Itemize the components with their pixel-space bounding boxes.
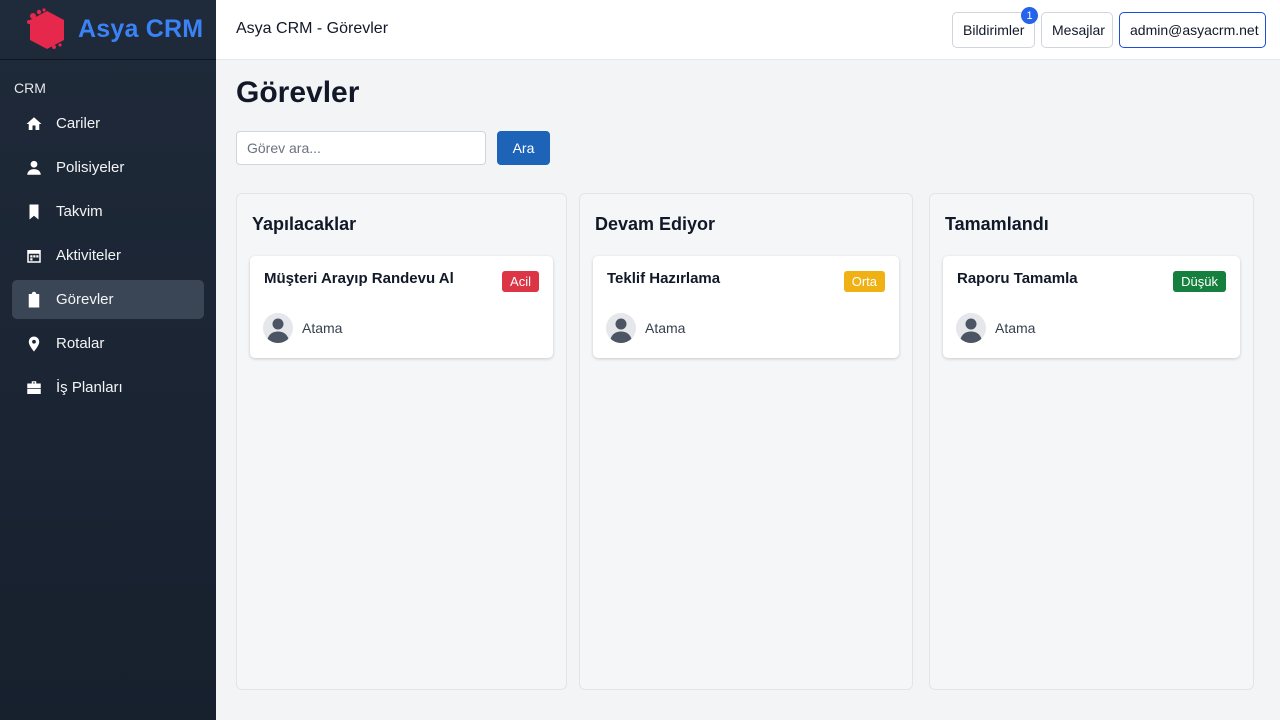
home-icon <box>24 114 44 134</box>
window-title: Asya CRM - Görevler <box>236 20 389 37</box>
priority-badge: Orta <box>843 271 885 292</box>
search-input[interactable] <box>236 131 486 165</box>
sidebar-item-label: Cariler <box>56 115 101 132</box>
sidebar: Asya CRM CRM Cariler Polisiyeler Takvim … <box>0 0 216 720</box>
page-title: Görevler <box>236 76 360 109</box>
assignee[interactable]: Atama <box>263 313 342 343</box>
task-card[interactable]: Raporu Tamamla Düşük Atama <box>943 256 1240 358</box>
sidebar-item-label: Polisiyeler <box>56 159 125 176</box>
kanban-column-done: Tamamlandı Raporu Tamamla Düşük Atama <box>929 193 1254 690</box>
search-button[interactable]: Ara <box>497 131 550 165</box>
search-bar: Ara <box>236 131 1260 165</box>
sidebar-item-label: Görevler <box>56 291 114 308</box>
calendar-icon <box>24 246 44 266</box>
clipboard-icon <box>24 290 44 310</box>
brand-logo-icon <box>27 7 64 49</box>
sidebar-item-rotalar[interactable]: Rotalar <box>12 324 204 363</box>
sidebar-section-label: CRM <box>14 80 46 96</box>
sidebar-item-label: Aktiviteler <box>56 247 122 264</box>
sidebar-item-gorevler[interactable]: Görevler <box>12 280 204 319</box>
assignee-label: Atama <box>645 320 686 336</box>
brand[interactable]: Asya CRM <box>0 0 216 60</box>
assignee-label: Atama <box>302 320 343 336</box>
kanban-column-todo: Yapılacaklar Müşteri Arayıp Randevu Al A… <box>236 193 567 690</box>
topbar: Asya CRM - Görevler Bildirimler 1 Mesajl… <box>216 0 1280 60</box>
task-title: Müşteri Arayıp Randevu Al <box>264 270 454 287</box>
kanban-column-in-progress: Devam Ediyor Teklif Hazırlama Orta Atama <box>579 193 913 690</box>
sidebar-item-label: İş Planları <box>56 379 123 396</box>
assignee[interactable]: Atama <box>956 313 1035 343</box>
sidebar-item-cariler[interactable]: Cariler <box>12 104 204 143</box>
briefcase-icon <box>24 378 44 398</box>
priority-badge: Düşük <box>1173 271 1226 292</box>
task-card[interactable]: Teklif Hazırlama Orta Atama <box>593 256 899 358</box>
column-title: Devam Ediyor <box>595 214 716 234</box>
avatar-icon <box>606 313 636 343</box>
sidebar-item-is-planlari[interactable]: İş Planları <box>12 368 204 407</box>
assignee[interactable]: Atama <box>606 313 685 343</box>
avatar-icon <box>263 313 293 343</box>
map-pin-icon <box>24 334 44 354</box>
avatar-icon <box>956 313 986 343</box>
messages-button[interactable]: Mesajlar <box>1041 12 1113 48</box>
bookmark-icon <box>24 202 44 222</box>
sidebar-item-takvim[interactable]: Takvim <box>12 192 204 231</box>
sidebar-nav: Cariler Polisiyeler Takvim Aktiviteler G… <box>0 104 216 407</box>
sidebar-item-label: Takvim <box>56 203 103 220</box>
sidebar-item-aktiviteler[interactable]: Aktiviteler <box>12 236 204 275</box>
sidebar-item-label: Rotalar <box>56 335 105 352</box>
sidebar-item-polisiyeler[interactable]: Polisiyeler <box>12 148 204 187</box>
column-title: Tamamlandı <box>945 214 1049 234</box>
main-content: Görevler Ara Yapılacaklar Müşteri Arayıp… <box>236 60 1260 690</box>
priority-badge: Acil <box>502 271 539 292</box>
notifications-button[interactable]: Bildirimler 1 <box>952 7 1038 48</box>
brand-name: Asya CRM <box>78 15 204 43</box>
kanban-board: Yapılacaklar Müşteri Arayıp Randevu Al A… <box>236 193 1260 690</box>
assignee-label: Atama <box>995 320 1036 336</box>
task-card[interactable]: Müşteri Arayıp Randevu Al Acil Atama <box>250 256 553 358</box>
notifications-label: Bildirimler <box>963 22 1025 38</box>
column-title: Yapılacaklar <box>252 214 357 234</box>
user-menu-button[interactable]: admin@asyacrm.net <box>1119 12 1266 48</box>
user-icon <box>24 158 44 178</box>
notification-count-badge: 1 <box>1021 7 1038 24</box>
